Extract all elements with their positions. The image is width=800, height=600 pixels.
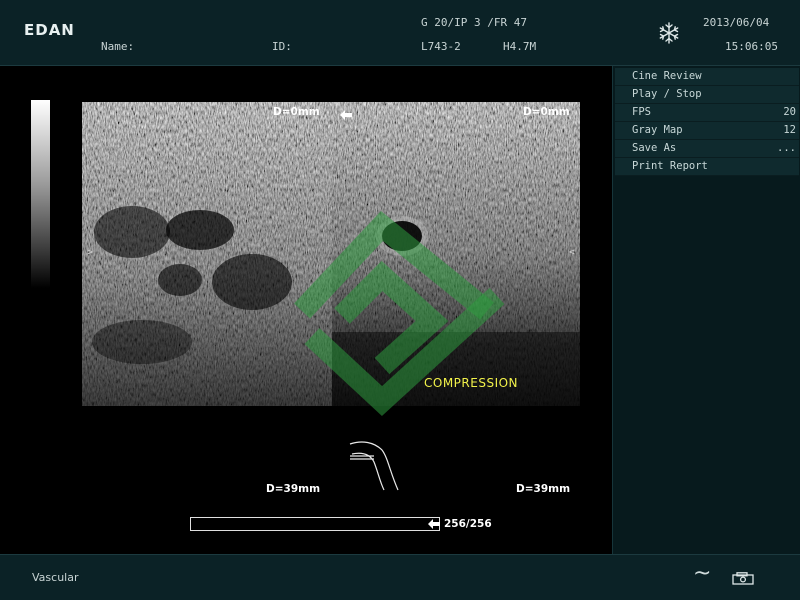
patient-id-label: ID: — [272, 40, 292, 53]
header-bar: EDAN Name: ID: G 20/IP 3 /FR 47 L743-2 H… — [0, 0, 800, 66]
cine-menu: Cine Review Play / Stop FPS 20 Gray Map … — [615, 68, 799, 176]
menu-item-value: 12 — [783, 124, 796, 136]
depth-top-right: D=0mm — [523, 106, 570, 118]
right-menu-panel: Cine Review Play / Stop FPS 20 Gray Map … — [612, 66, 800, 554]
menu-item-fps[interactable]: FPS 20 — [615, 104, 799, 122]
patient-name-label: Name: — [101, 40, 135, 53]
probe-model: L743-2 — [421, 40, 461, 53]
wave-icon: ~ — [693, 561, 712, 586]
compression-annotation: COMPRESSION — [424, 376, 519, 390]
orientation-marker-left: > — [87, 247, 94, 258]
brand-logo: EDAN — [24, 21, 75, 39]
cine-frame-count: 256/256 — [444, 518, 492, 530]
gray-scale-bar — [31, 100, 50, 288]
printer-icon[interactable] — [731, 572, 755, 586]
footer-bar: Vascular ~ — [0, 554, 800, 600]
active-frame-arrow-icon — [340, 110, 352, 120]
cine-arrow-icon — [428, 519, 440, 529]
menu-item-cine-review[interactable]: Cine Review — [615, 68, 799, 86]
menu-item-label: Cine Review — [632, 70, 702, 82]
menu-item-save-as[interactable]: Save As ... — [615, 140, 799, 158]
snowflake-icon[interactable] — [658, 22, 680, 44]
menu-item-label: Play / Stop — [632, 88, 702, 100]
menu-item-print-report[interactable]: Print Report — [615, 158, 799, 176]
menu-item-label: Gray Map — [632, 124, 683, 136]
imaging-params: G 20/IP 3 /FR 47 — [421, 16, 527, 29]
depth-bottom-left: D=39mm — [266, 483, 321, 495]
probe-frequency: H4.7M — [503, 40, 537, 53]
cine-progress-fill — [191, 518, 439, 530]
depth-top-left: D=0mm — [273, 106, 320, 118]
menu-item-label: Save As — [632, 142, 677, 154]
exam-preset[interactable]: Vascular — [32, 571, 78, 584]
menu-item-label: FPS — [632, 106, 651, 118]
menu-item-value: ... — [777, 142, 796, 154]
exam-time: 15:06:05 — [725, 40, 778, 53]
menu-item-play-stop[interactable]: Play / Stop — [615, 86, 799, 104]
menu-item-gray-map[interactable]: Gray Map 12 — [615, 122, 799, 140]
depth-bottom-right: D=39mm — [516, 483, 571, 495]
cine-progress-bar[interactable] — [190, 517, 440, 531]
exam-date: 2013/06/04 — [703, 16, 770, 29]
orientation-marker-right: < — [569, 247, 576, 258]
menu-item-value: 20 — [783, 106, 796, 118]
body-mark-icon — [349, 441, 399, 491]
menu-item-label: Print Report — [632, 160, 708, 172]
